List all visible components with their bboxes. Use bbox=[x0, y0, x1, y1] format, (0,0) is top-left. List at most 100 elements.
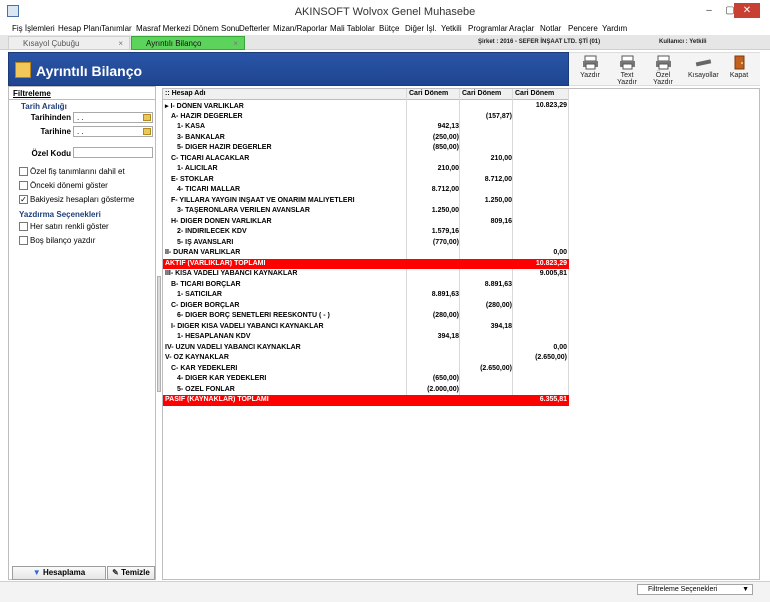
calendar-icon[interactable] bbox=[143, 114, 151, 121]
account-name: 4- DİĞER KAR YEDEKLERİ bbox=[177, 375, 267, 382]
table-row[interactable]: 1- HESAPLANAN KDV 394,18 bbox=[163, 332, 569, 343]
check-include-special[interactable]: Özel fiş tanımlarını dahil et bbox=[19, 167, 125, 177]
table-row[interactable]: 3- BANKALAR (250,00) bbox=[163, 133, 569, 144]
menu-tanimlar[interactable]: Tanımlar bbox=[101, 24, 132, 33]
current-period-2: 210,00 bbox=[490, 154, 512, 162]
menu-yardim[interactable]: Yardım bbox=[602, 24, 627, 33]
table-row[interactable]: B- TİCARİ BORÇLAR 8.891,63 bbox=[163, 280, 569, 291]
checkbox[interactable] bbox=[19, 236, 28, 246]
menu-masraf-merkezi[interactable]: Masraf Merkezi bbox=[136, 24, 191, 33]
close-window-button[interactable]: Kapat bbox=[727, 55, 751, 79]
checkbox[interactable] bbox=[19, 167, 28, 177]
tab-kisayol-cubugu[interactable]: Kısayol Çubuğu × bbox=[8, 36, 130, 50]
tab-filtreleme[interactable]: Filtreleme bbox=[13, 89, 51, 98]
calculate-button[interactable]: ▼ Hesaplama bbox=[12, 566, 106, 580]
current-period-1: 1.579,16 bbox=[431, 228, 459, 235]
table-row[interactable]: 5- DİĞER HAZIR DEĞERLER (850,00) bbox=[163, 143, 569, 154]
table-row[interactable]: 4- TİCARİ MALLAR 8.712,00 bbox=[163, 185, 569, 196]
menu-mali-tablolar[interactable]: Mali Tablolar bbox=[330, 24, 375, 33]
table-row[interactable]: C- DİĞER BORÇLAR (280,00) bbox=[163, 301, 569, 312]
account-name: 3- TAŞERONLARA VERİLEN AVANSLAR bbox=[177, 207, 310, 214]
account-name: IV- UZUN VADELİ YABANCI KAYNAKLAR bbox=[165, 343, 301, 351]
menu-defterler[interactable]: Defterler bbox=[239, 24, 270, 33]
panel-splitter[interactable] bbox=[157, 276, 161, 392]
column-header-current-1[interactable]: Cari Dönem bbox=[409, 90, 448, 97]
company-info: Şirket : 2016 - SEFER İNŞAAT LTD. ŞTİ (0… bbox=[478, 39, 601, 45]
clear-button[interactable]: ✎ Temizle bbox=[107, 566, 155, 580]
table-row[interactable]: V- ÖZ KAYNAKLAR (2.650,00) bbox=[163, 353, 569, 364]
table-row[interactable]: ▸ I- DÖNEN VARLIKLAR 10.823,29 bbox=[163, 101, 569, 112]
check-hide-zero-balance[interactable]: ✓ Bakiyesiz hesapları gösterme bbox=[19, 195, 135, 205]
printer-icon bbox=[655, 55, 671, 70]
column-header-current-2[interactable]: Cari Dönem bbox=[462, 90, 501, 97]
account-name: 3- BANKALAR bbox=[177, 133, 225, 141]
table-row[interactable]: 4- DİĞER KAR YEDEKLERİ (650,00) bbox=[163, 374, 569, 385]
page-title: Ayrıntılı Bilanço bbox=[36, 63, 143, 79]
account-name: PASİF (KAYNAKLAR) TOPLAMI bbox=[165, 396, 269, 403]
menu-pencere[interactable]: Pencere bbox=[568, 24, 598, 33]
account-name: C- DİĞER BORÇLAR bbox=[171, 301, 240, 309]
table-row[interactable]: 5- ÖZEL FONLAR (2.000,00) bbox=[163, 385, 569, 396]
checkbox[interactable] bbox=[19, 222, 28, 232]
table-row[interactable]: IV- UZUN VADELİ YABANCI KAYNAKLAR 0,00 bbox=[163, 343, 569, 354]
menu-araclar[interactable]: Araçlar bbox=[509, 24, 534, 33]
account-name: 5- ÖZEL FONLAR bbox=[177, 385, 235, 393]
table-row[interactable]: 1- ALICILAR 210,00 bbox=[163, 164, 569, 175]
check-show-previous[interactable]: Önceki dönemi göster bbox=[19, 181, 108, 191]
menu-yetkili[interactable]: Yetkili bbox=[441, 24, 462, 33]
checkbox[interactable] bbox=[19, 181, 28, 191]
table-row[interactable]: C- KAR YEDEKLERİ (2.650,00) bbox=[163, 364, 569, 375]
total-row[interactable]: AKTİF (VARLIKLAR) TOPLAMI 10.823,29 bbox=[163, 258, 569, 269]
menu-diger-isl[interactable]: Diğer İşl. bbox=[405, 24, 437, 33]
table-row[interactable]: III- KISA VADELİ YABANCI KAYNAKLAR 9.005,… bbox=[163, 269, 569, 280]
table-row[interactable]: E- STOKLAR 8.712,00 bbox=[163, 175, 569, 186]
print-button[interactable]: Yazdır bbox=[578, 55, 602, 79]
menu-butce[interactable]: Bütçe bbox=[379, 24, 399, 33]
close-icon[interactable]: × bbox=[233, 37, 238, 50]
check-color-rows[interactable]: Her satırı renkli göster bbox=[19, 222, 109, 232]
menu-notlar[interactable]: Notlar bbox=[540, 24, 561, 33]
shortcuts-button[interactable]: Kısayollar bbox=[688, 55, 719, 79]
table-row[interactable]: F- YILLARA YAYGIN İNŞAAT VE ONARIM MALİY… bbox=[163, 196, 569, 207]
table-row[interactable]: H- DİĞER DÖNEN VARLIKLAR 809,16 bbox=[163, 217, 569, 228]
current-period-1: 394,18 bbox=[437, 333, 459, 340]
table-row[interactable]: C- TİCARİ ALACAKLAR 210,00 bbox=[163, 154, 569, 165]
filter-options-dropdown[interactable]: Filtreleme Seçenekleri ▼ bbox=[637, 584, 753, 595]
current-period-2: 809,16 bbox=[490, 217, 512, 225]
table-row[interactable]: 2- İNDİRİLECEK KDV 1.579,16 bbox=[163, 227, 569, 238]
close-button[interactable]: ✕ bbox=[734, 3, 760, 18]
from-date-input[interactable]: . . bbox=[73, 112, 153, 123]
column-header-account[interactable]: :: Hesap Adı bbox=[165, 90, 206, 97]
menu-mizan-raporlar[interactable]: Mizan/Raporlar bbox=[273, 24, 327, 33]
account-name: I- DİĞER KISA VADELİ YABANCI KAYNAKLAR bbox=[171, 322, 324, 330]
calendar-icon[interactable] bbox=[143, 128, 151, 135]
menu-donem-sonu[interactable]: Dönem Sonu bbox=[193, 24, 240, 33]
table-row[interactable]: 3- TAŞERONLARA VERİLEN AVANSLAR 1.250,00 bbox=[163, 206, 569, 217]
table-row[interactable]: 5- İŞ AVANSLARI (770,00) bbox=[163, 238, 569, 249]
table-row[interactable]: 6- DİĞER BORÇ SENETLERİ REESKONTU ( - ) (… bbox=[163, 311, 569, 322]
table-row[interactable]: A- HAZIR DEĞERLER (157,87) bbox=[163, 112, 569, 123]
table-row[interactable]: II- DURAN VARLIKLAR 0,00 bbox=[163, 248, 569, 259]
close-icon[interactable]: × bbox=[118, 37, 123, 50]
account-name: II- DURAN VARLIKLAR bbox=[165, 249, 241, 256]
current-period-1: 8.891,63 bbox=[431, 291, 459, 298]
to-date-input[interactable]: . . bbox=[73, 126, 153, 137]
tab-ayrintili-bilanco[interactable]: Ayrıntılı Bilanço × bbox=[131, 36, 245, 50]
current-period-3: 10.823,29 bbox=[535, 102, 567, 109]
menu-programlar[interactable]: Programlar bbox=[468, 24, 508, 33]
table-row[interactable]: 1- KASA 942,13 bbox=[163, 122, 569, 133]
column-header-current-3[interactable]: Cari Dönem bbox=[515, 90, 554, 97]
menu-fis-islemleri[interactable]: Fiş İşlemleri bbox=[12, 24, 55, 33]
special-code-input[interactable] bbox=[73, 147, 153, 158]
toolbar: Yazdır Text Yazdır Özel Yazdır Kısayolla… bbox=[569, 52, 760, 86]
total-row[interactable]: PASİF (KAYNAKLAR) TOPLAMI 6.355,81 bbox=[163, 395, 569, 406]
custom-print-button[interactable]: Özel Yazdır bbox=[646, 55, 680, 86]
table-row[interactable]: 1- SATICILAR 8.891,63 bbox=[163, 290, 569, 301]
table-row[interactable]: I- DİĞER KISA VADELİ YABANCI KAYNAKLAR 39… bbox=[163, 322, 569, 333]
check-print-empty[interactable]: Boş bilanço yazdır bbox=[19, 236, 95, 246]
current-period-1: (650,00) bbox=[432, 375, 459, 382]
text-print-button[interactable]: Text Yazdır bbox=[610, 55, 644, 86]
checkbox-checked[interactable]: ✓ bbox=[19, 195, 28, 205]
menu-hesap-plani[interactable]: Hesap Planı bbox=[58, 24, 102, 33]
current-period-3: 0,00 bbox=[553, 249, 567, 256]
